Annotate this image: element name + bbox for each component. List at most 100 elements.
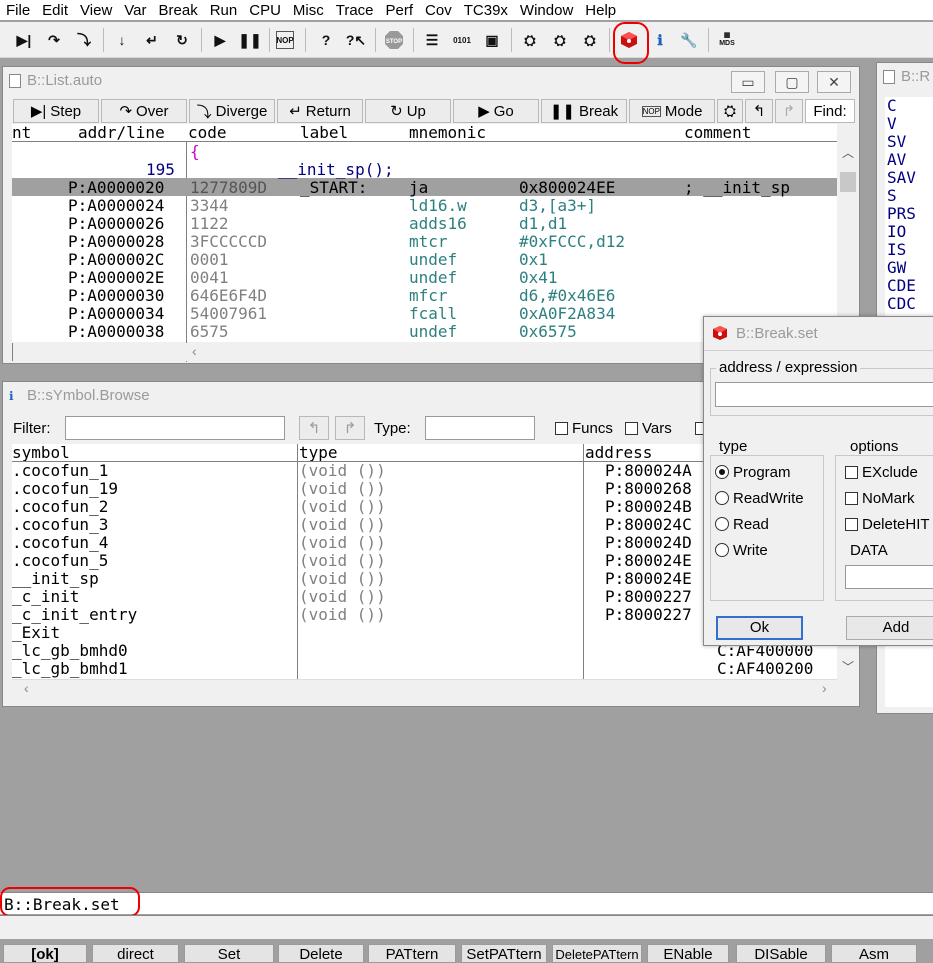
list-icon[interactable]: ☰	[420, 28, 444, 52]
menu-trace[interactable]: Trace	[330, 0, 380, 20]
break-icon[interactable]: ❚❚	[238, 28, 262, 52]
softkey-asm[interactable]: Asm	[831, 944, 917, 963]
help-pointer-icon[interactable]: ?↖	[344, 28, 368, 52]
register-flag[interactable]: SV	[887, 133, 916, 151]
mode-button[interactable]: NOP Mode	[629, 99, 715, 123]
minimize-button[interactable]: ▭	[731, 71, 765, 93]
menu-misc[interactable]: Misc	[287, 0, 330, 20]
peripheral-icon[interactable]: ⛭	[548, 28, 572, 52]
softkey-deletepattern[interactable]: DeletePATtern	[552, 944, 642, 963]
softkey-ok[interactable]: [ok]	[3, 944, 87, 963]
register-flag[interactable]: AV	[887, 151, 916, 169]
data-input[interactable]	[845, 565, 933, 589]
symbol-scroll-down-icon[interactable]: ﹀	[839, 658, 857, 676]
diverge-button[interactable]: ⤵ Diverge	[189, 99, 275, 123]
nop-icon[interactable]: NOP	[276, 31, 294, 49]
over-button[interactable]: ↷ Over	[101, 99, 187, 123]
register-flag[interactable]: IS	[887, 241, 916, 259]
up-icon[interactable]: ↻	[170, 28, 194, 52]
exclude-checkbox[interactable]: EXclude	[845, 464, 918, 481]
help-icon[interactable]: ?	[314, 28, 338, 52]
menu-tc39x[interactable]: TC39x	[458, 0, 514, 20]
register-flag[interactable]: V	[887, 115, 916, 133]
ok-button[interactable]: Ok	[716, 616, 803, 640]
forward-icon[interactable]: ↱	[335, 416, 365, 440]
register-icon[interactable]: ⛭	[518, 28, 542, 52]
list-row[interactable]: P:A0000026 1122 adds16 d1,d1	[12, 215, 837, 233]
menu-help[interactable]: Help	[579, 0, 622, 20]
list-row[interactable]: P:A000002C 0001 undef 0x1	[12, 251, 837, 269]
break-button[interactable]: ❚❚ Break	[541, 99, 627, 123]
info-icon[interactable]: ℹ	[648, 28, 672, 52]
menu-cov[interactable]: Cov	[419, 0, 458, 20]
list-row[interactable]: P:A000002E 0041 undef 0x41	[12, 269, 837, 287]
program-radio[interactable]: Program	[715, 464, 791, 481]
return-icon[interactable]: ↵	[140, 28, 164, 52]
find-field[interactable]: Find:	[805, 99, 855, 123]
close-button[interactable]: ✕	[817, 71, 851, 93]
list-row[interactable]: P:A0000028 3FCCCCCD mtcr #0xFCCC,d12	[12, 233, 837, 251]
step-diverge-icon[interactable]: ⤵	[72, 28, 96, 52]
menu-edit[interactable]: Edit	[36, 0, 74, 20]
add-button[interactable]: Add	[846, 616, 933, 640]
register-flag[interactable]: CDE	[887, 277, 916, 295]
list-vertical-scrollbar[interactable]: ︿	[839, 142, 857, 342]
register-flag[interactable]: CDC	[887, 295, 916, 313]
maximize-button[interactable]: ▢	[775, 71, 809, 93]
forward-icon[interactable]: ↱	[775, 99, 803, 123]
back-icon[interactable]: ↰	[745, 99, 773, 123]
softkey-enable[interactable]: ENable	[647, 944, 729, 963]
step-down-icon[interactable]: ↓	[110, 28, 134, 52]
menu-perf[interactable]: Perf	[380, 0, 420, 20]
menu-var[interactable]: Var	[118, 0, 152, 20]
list-row-current[interactable]: P:A0000020 1277809D _START: ja 0x800024E…	[12, 179, 837, 197]
step-icon[interactable]: ▶|	[12, 28, 36, 52]
trace-icon[interactable]: ⛭	[578, 28, 602, 52]
go-button[interactable]: ▶ Go	[453, 99, 539, 123]
list-row[interactable]: P:A0000024 3344 ld16.w d3,[a3+]	[12, 197, 837, 215]
type-input[interactable]	[425, 416, 535, 440]
step-button[interactable]: ▶| Step	[13, 99, 99, 123]
softkey-pattern[interactable]: PATtern	[368, 944, 456, 963]
chip-icon[interactable]: ▣	[480, 28, 504, 52]
menu-view[interactable]: View	[74, 0, 118, 20]
read-radio[interactable]: Read	[715, 516, 769, 533]
register-flag[interactable]: IO	[887, 223, 916, 241]
mds-icon[interactable]: ▦ MDS	[715, 28, 739, 52]
list-row[interactable]: {	[12, 143, 837, 161]
readwrite-radio[interactable]: ReadWrite	[715, 490, 804, 507]
write-radio[interactable]: Write	[715, 542, 768, 559]
register-flag[interactable]: SAV	[887, 169, 916, 187]
up-button[interactable]: ↻ Up	[365, 99, 451, 123]
menu-cpu[interactable]: CPU	[243, 0, 287, 20]
deletehit-checkbox[interactable]: DeleteHIT	[845, 516, 930, 533]
filter-input[interactable]	[65, 416, 285, 440]
menu-run[interactable]: Run	[204, 0, 244, 20]
menu-break[interactable]: Break	[153, 0, 204, 20]
softkey-direct[interactable]: direct	[92, 944, 179, 963]
register-flag[interactable]: S	[887, 187, 916, 205]
go-icon[interactable]: ▶	[208, 28, 232, 52]
address-input[interactable]	[715, 382, 933, 407]
menu-window[interactable]: Window	[514, 0, 579, 20]
register-flag[interactable]: GW	[887, 259, 916, 277]
back-icon[interactable]: ↰	[299, 416, 329, 440]
symbol-horizontal-scrollbar[interactable]: ‹ ›	[12, 679, 837, 697]
nomark-checkbox[interactable]: NoMark	[845, 490, 915, 507]
stop-icon[interactable]: STOP	[382, 28, 406, 52]
softkey-set[interactable]: Set	[184, 944, 274, 963]
settings-icon[interactable]: ⛭	[717, 99, 743, 123]
memory-icon[interactable]: 0101	[450, 28, 474, 52]
register-flag[interactable]: C	[887, 97, 916, 115]
softkey-disable[interactable]: DISable	[736, 944, 826, 963]
return-button[interactable]: ↵ Return	[277, 99, 363, 123]
register-flag[interactable]: PRS	[887, 205, 916, 223]
wrench-icon[interactable]: 🔧	[677, 28, 701, 52]
step-over-icon[interactable]: ↷	[42, 28, 66, 52]
funcs-checkbox[interactable]: Funcs	[555, 420, 613, 437]
list-row[interactable]: P:A0000030 646E6F4D mfcr d6,#0x46E6	[12, 287, 837, 305]
softkey-setpattern[interactable]: SetPATtern	[461, 944, 547, 963]
softkey-delete[interactable]: Delete	[278, 944, 364, 963]
menu-file[interactable]: File	[0, 0, 36, 20]
vars-checkbox[interactable]: Vars	[625, 420, 672, 437]
